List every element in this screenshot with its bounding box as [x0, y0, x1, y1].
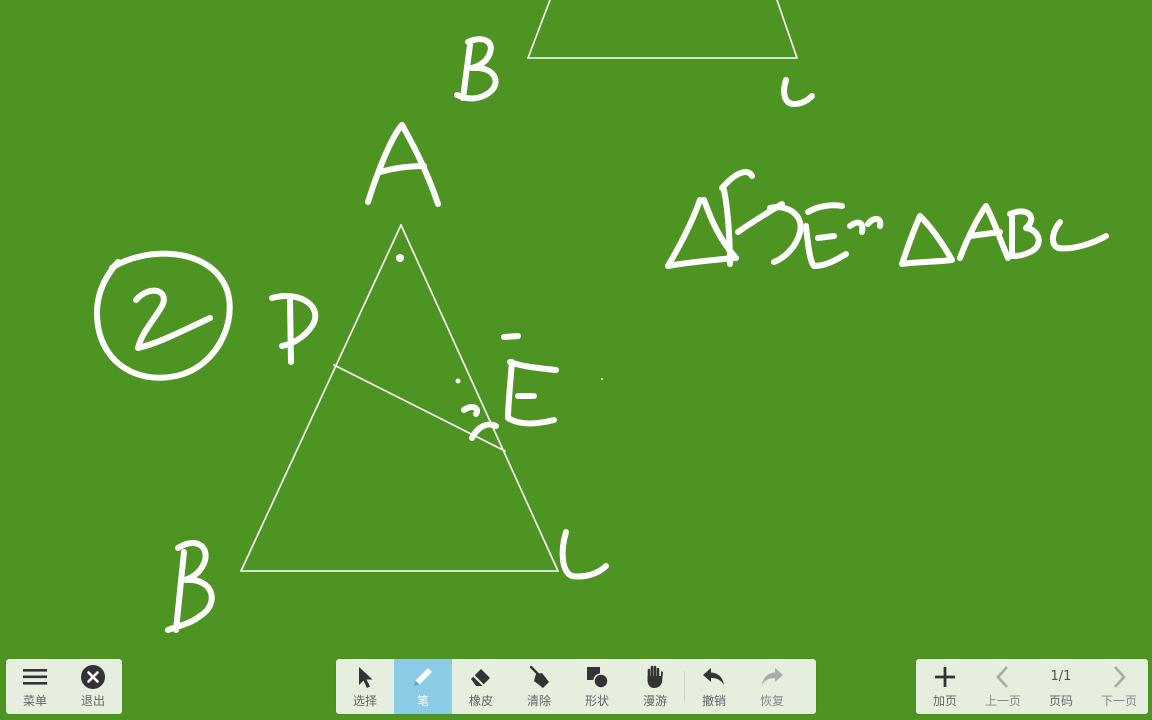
shape-label: 形状 [584, 694, 609, 708]
whiteboard-canvas[interactable] [0, 0, 1152, 720]
label-a-ink [365, 122, 441, 207]
label-d-ink [269, 293, 319, 365]
undo-label: 撤销 [701, 694, 726, 708]
clear-label: 清除 [526, 694, 551, 708]
chevron-left-icon [996, 666, 1008, 688]
select-tool-button[interactable]: 选择 [336, 659, 394, 714]
menu-button[interactable]: 菜单 [6, 659, 64, 714]
next-page-label: 下一页 [1100, 694, 1137, 708]
top-triangle-drawing [527, 0, 798, 59]
undo-button[interactable]: 撤销 [685, 659, 743, 714]
hand-icon [647, 665, 663, 688]
add-page-label: 加页 [932, 694, 957, 708]
chevron-right-icon [1114, 666, 1126, 688]
pen-tool-button[interactable]: 笔 [394, 659, 452, 714]
hamburger-menu-icon [23, 669, 47, 685]
page-indicator: 1/1 [1050, 669, 1072, 684]
redo-arrow-icon [762, 668, 783, 685]
exit-button[interactable]: 退出 [64, 659, 122, 714]
redo-button[interactable]: 恢复 [743, 659, 801, 714]
eraser-icon [471, 669, 490, 686]
clear-tool-button[interactable]: 清除 [510, 659, 568, 714]
roam-label: 漫游 [642, 694, 667, 708]
center-toolbar: 选择 笔 橡皮 清除 形状 漫游 撤销 恢复 [336, 659, 816, 714]
top-label-c-ink [781, 77, 815, 107]
menu-label: 菜单 [22, 694, 47, 708]
vertex-dot [396, 254, 404, 262]
eraser-label: 橡皮 [468, 694, 493, 708]
prev-page-button[interactable]: 上一页 [974, 659, 1032, 714]
top-label-b-ink [454, 36, 499, 102]
pen-icon [414, 668, 432, 686]
next-page-button[interactable]: 下一页 [1090, 659, 1148, 714]
page-number-button[interactable]: 1/1 页码 [1032, 659, 1090, 714]
plus-icon [935, 667, 955, 687]
right-toolbar: 加页 上一页 1/1 页码 下一页 [916, 659, 1148, 714]
undo-arrow-icon [703, 668, 724, 685]
pen-label: 笔 [416, 694, 429, 708]
redo-label: 恢复 [759, 694, 784, 708]
label-e-ink [455, 333, 603, 441]
left-toolbar: 菜单 退出 [6, 659, 122, 714]
similarity-statement-ink [665, 169, 1109, 269]
prev-page-label: 上一页 [984, 694, 1021, 708]
label-b-ink [165, 540, 215, 633]
shape-tool-button[interactable]: 形状 [568, 659, 626, 714]
problem-number-circled-2 [94, 250, 233, 381]
select-label: 选择 [352, 694, 377, 708]
shapes-icon [587, 667, 609, 689]
cursor-arrow-icon [359, 667, 373, 688]
page-number-label: 页码 [1048, 694, 1073, 708]
broom-icon [529, 665, 549, 688]
add-page-button[interactable]: 加页 [916, 659, 974, 714]
eraser-tool-button[interactable]: 橡皮 [452, 659, 510, 714]
exit-label: 退出 [80, 694, 105, 708]
label-c-ink [559, 529, 609, 580]
close-circle-icon [81, 665, 105, 689]
roam-tool-button[interactable]: 漫游 [626, 659, 684, 714]
